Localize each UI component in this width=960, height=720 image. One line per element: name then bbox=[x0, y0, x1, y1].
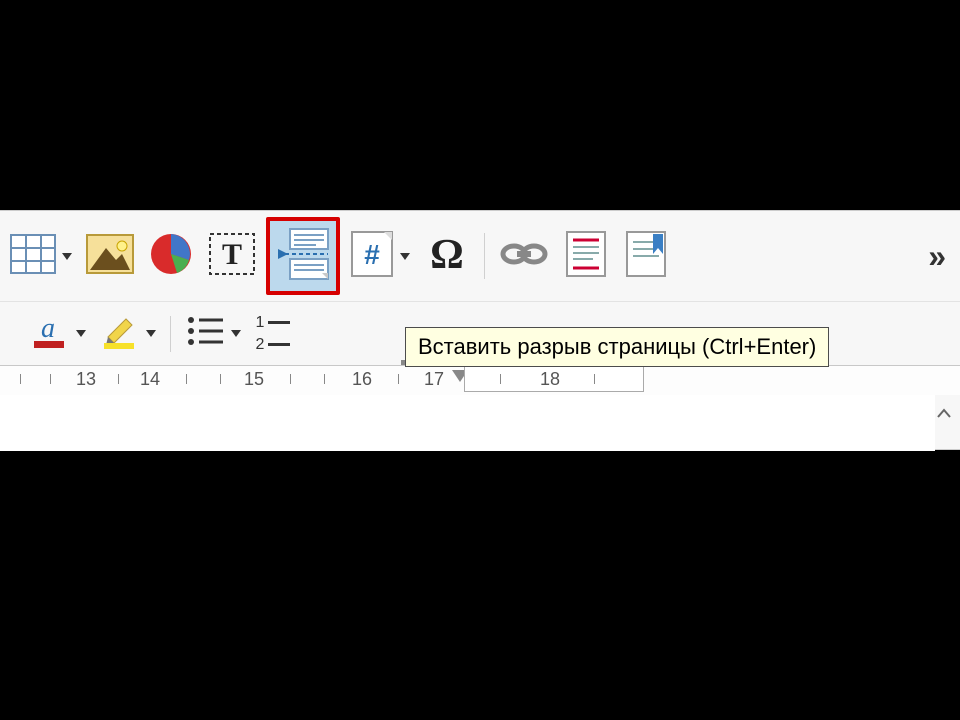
toolbar-row-insert: T # bbox=[0, 211, 960, 301]
table-icon bbox=[10, 234, 56, 279]
bookmark-icon bbox=[625, 230, 667, 283]
ruler-minor-tick bbox=[50, 374, 51, 384]
chevron-up-icon bbox=[936, 402, 952, 425]
insert-textbox-button[interactable]: T bbox=[204, 226, 260, 286]
pie-chart-icon bbox=[149, 232, 193, 281]
page-break-icon bbox=[276, 227, 330, 286]
ruler-tick: 16 bbox=[352, 369, 372, 390]
hash-field-icon: # bbox=[350, 230, 394, 283]
ruler-minor-tick bbox=[500, 374, 501, 384]
insert-footnote-button[interactable] bbox=[559, 226, 613, 286]
insert-chart-button[interactable] bbox=[144, 226, 198, 286]
tooltip: Вставить разрыв страницы (Ctrl+Enter) bbox=[405, 327, 829, 367]
svg-text:Ω: Ω bbox=[430, 232, 464, 276]
insert-image-button[interactable] bbox=[82, 226, 138, 286]
insert-special-char-button[interactable]: Ω bbox=[420, 226, 474, 286]
omega-icon: Ω bbox=[424, 232, 470, 281]
numbered-list-icon: 1 2 bbox=[256, 315, 291, 353]
ruler-minor-tick bbox=[290, 374, 291, 384]
ruler-tick: 14 bbox=[140, 369, 160, 390]
ruler-minor-tick bbox=[324, 374, 325, 384]
insert-table-button[interactable] bbox=[6, 226, 76, 286]
digit-1: 1 bbox=[256, 315, 265, 331]
ruler-tick: 17 bbox=[424, 369, 444, 390]
insert-hyperlink-button[interactable] bbox=[495, 226, 553, 286]
font-color-icon: a bbox=[30, 311, 70, 356]
ruler-minor-tick bbox=[20, 374, 21, 384]
textbox-icon: T bbox=[208, 232, 256, 281]
svg-text:#: # bbox=[364, 239, 380, 270]
insert-bookmark-button[interactable] bbox=[619, 226, 673, 286]
ruler-minor-tick bbox=[220, 374, 221, 384]
ruler-tick: 13 bbox=[76, 369, 96, 390]
font-color-button[interactable]: a bbox=[26, 312, 90, 356]
numbered-list-button[interactable]: 1 2 bbox=[251, 312, 295, 356]
separator bbox=[484, 233, 485, 279]
bullet-list-button[interactable] bbox=[181, 312, 245, 356]
tooltip-text: Вставить разрыв страницы (Ctrl+Enter) bbox=[418, 334, 816, 359]
svg-text:a: a bbox=[41, 313, 55, 344]
chevron-down-icon bbox=[231, 330, 241, 337]
insert-field-button[interactable]: # bbox=[346, 226, 414, 286]
toolbar-area: T # bbox=[0, 210, 960, 450]
toolbar-overflow-button[interactable]: » bbox=[928, 238, 954, 275]
svg-text:T: T bbox=[222, 238, 242, 271]
chevron-down-icon bbox=[76, 330, 86, 337]
hyperlink-icon bbox=[499, 237, 549, 276]
ruler[interactable]: 13 14 15 16 17 18 bbox=[0, 365, 960, 395]
ruler-tick: 15 bbox=[244, 369, 264, 390]
highlighter-icon bbox=[100, 311, 140, 356]
ruler-minor-tick bbox=[186, 374, 187, 384]
highlight-color-button[interactable] bbox=[96, 312, 160, 356]
digit-2: 2 bbox=[256, 337, 265, 353]
chevron-down-icon bbox=[146, 330, 156, 337]
footnote-icon bbox=[565, 230, 607, 283]
insert-page-break-button[interactable] bbox=[266, 217, 340, 295]
ruler-minor-tick bbox=[118, 374, 119, 384]
image-icon bbox=[86, 234, 134, 279]
bullet-list-icon bbox=[185, 314, 225, 353]
ruler-tick: 18 bbox=[540, 369, 560, 390]
scroll-up-button[interactable] bbox=[932, 401, 956, 425]
separator bbox=[170, 316, 171, 352]
chevron-down-icon bbox=[62, 253, 72, 260]
chevron-down-icon bbox=[400, 253, 410, 260]
document-area[interactable] bbox=[0, 395, 935, 451]
ruler-minor-tick bbox=[594, 374, 595, 384]
ruler-minor-tick bbox=[398, 374, 399, 384]
